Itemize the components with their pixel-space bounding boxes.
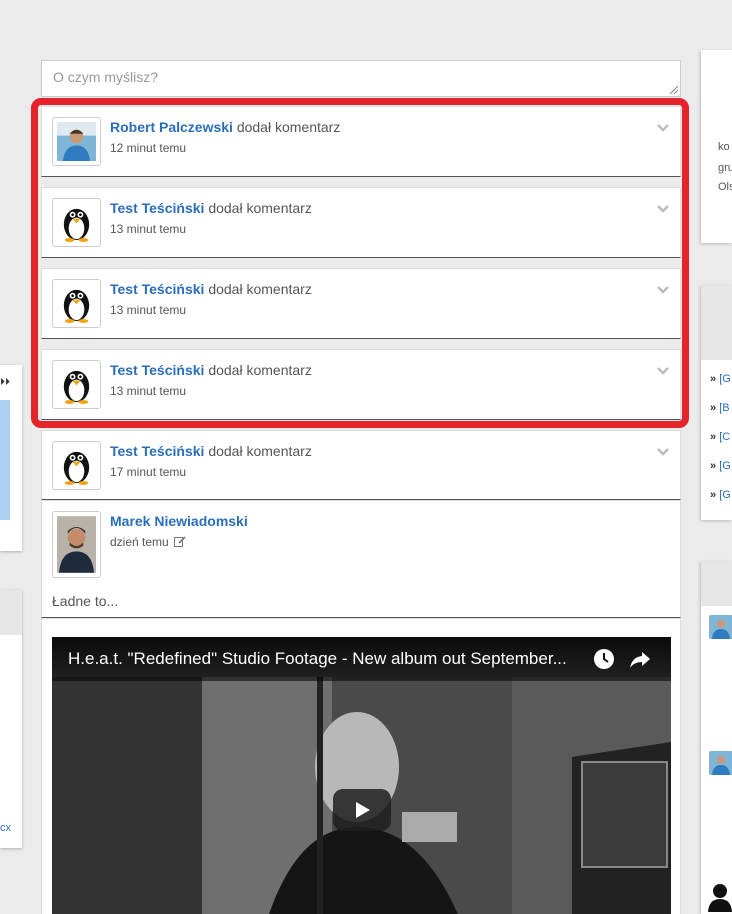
avatar[interactable] <box>709 615 732 639</box>
action-text: dodał komentarz <box>208 200 312 216</box>
feed-item-headline: Test Teściński dodał komentarz <box>110 281 312 297</box>
chevron-down-icon[interactable] <box>656 364 670 378</box>
author-link[interactable]: Test Teściński <box>110 362 204 378</box>
feed-item-headline: Test Teściński dodał komentarz <box>110 200 312 216</box>
action-text: dodał komentarz <box>236 119 341 135</box>
feed-item-headline: Test Teściński dodał komentarz <box>110 443 312 459</box>
avatar[interactable] <box>52 117 101 166</box>
timestamp: 13 minut temu <box>110 222 187 236</box>
panel-header <box>701 561 732 606</box>
list-item[interactable]: » [B <box>710 402 730 414</box>
penguin-icon <box>63 208 90 242</box>
action-text: dodał komentarz <box>208 362 312 378</box>
panel-text-line: Ols <box>718 181 732 193</box>
user-silhouette-icon[interactable] <box>708 882 732 912</box>
post-headline: Marek Niewiadomski <box>110 513 248 529</box>
right-info-panel: ko gru Ols <box>701 50 732 243</box>
left-widget-panel: cx <box>0 590 22 848</box>
user-photo-icon <box>57 516 96 573</box>
author-link[interactable]: Marek Niewiadomski <box>110 513 248 529</box>
chevron-down-icon[interactable] <box>656 121 670 135</box>
left-calendar-panel: ⏵⏵ <box>0 365 22 551</box>
feed-item: Test Teściński dodał komentarz 17 minut … <box>41 430 681 500</box>
timestamp: 13 minut temu <box>110 384 187 398</box>
feed-item: Test Teściński dodał komentarz 13 minut … <box>41 187 681 258</box>
timestamp: 13 minut temu <box>110 303 187 317</box>
user-photo-icon <box>57 122 96 161</box>
author-link[interactable]: Test Teściński <box>110 443 204 459</box>
status-input[interactable] <box>42 61 680 96</box>
feed-item-headline: Test Teściński dodał komentarz <box>110 362 312 378</box>
avatar[interactable] <box>52 511 101 578</box>
timestamp: dzień temu <box>110 535 186 549</box>
chevron-down-icon[interactable] <box>656 202 670 216</box>
author-link[interactable]: Test Teściński <box>110 200 204 216</box>
play-button[interactable] <box>333 789 391 831</box>
left-widget-header <box>0 590 22 635</box>
feed-item: Test Teściński dodał komentarz 13 minut … <box>41 349 681 420</box>
penguin-icon <box>63 289 90 323</box>
next-arrows-icon[interactable]: ⏵⏵ <box>0 377 10 388</box>
feed-item: Test Teściński dodał komentarz 13 minut … <box>41 268 681 339</box>
author-link[interactable]: Robert Palczewski <box>110 119 233 135</box>
list-item[interactable]: » [G <box>710 373 731 385</box>
status-composer[interactable] <box>41 60 681 97</box>
list-item[interactable]: » [G <box>710 460 731 472</box>
penguin-icon <box>63 451 90 485</box>
action-text: dodał komentarz <box>208 443 312 459</box>
clock-icon[interactable] <box>592 647 616 671</box>
chevron-down-icon[interactable] <box>656 445 670 459</box>
right-groups-panel: » [G » [B » [C » [G » [G <box>701 285 732 520</box>
avatar[interactable] <box>52 441 101 490</box>
edit-icon[interactable] <box>174 536 186 547</box>
play-icon <box>356 802 370 818</box>
panel-header <box>701 285 732 360</box>
post-time: dzień temu <box>110 535 169 549</box>
resize-handle-icon[interactable] <box>670 86 678 94</box>
feed-item-headline: Robert Palczewski dodał komentarz <box>110 119 340 135</box>
action-text: dodał komentarz <box>208 281 312 297</box>
avatar[interactable] <box>52 360 101 409</box>
video-title[interactable]: H.e.a.t. "Redefined" Studio Footage - Ne… <box>68 649 588 669</box>
author-link[interactable]: Test Teściński <box>110 281 204 297</box>
panel-text-line: gru <box>718 162 732 174</box>
timestamp: 12 minut temu <box>110 141 187 155</box>
video-post: H.e.a.t. "Redefined" Studio Footage - Ne… <box>41 618 681 914</box>
list-item[interactable]: » [G <box>710 489 731 501</box>
list-item[interactable]: » [C <box>710 431 730 443</box>
chevron-down-icon[interactable] <box>656 283 670 297</box>
status-post: Marek Niewiadomski dzień temu Ładne to..… <box>41 500 681 618</box>
avatar[interactable] <box>52 198 101 247</box>
left-widget-link[interactable]: cx <box>0 822 11 834</box>
timestamp: 17 minut temu <box>110 465 187 479</box>
right-users-panel <box>701 561 732 914</box>
avatar[interactable] <box>709 751 732 775</box>
panel-text-line: ko <box>718 141 730 153</box>
avatar[interactable] <box>52 279 101 328</box>
feed-item: Robert Palczewski dodał komentarz 12 min… <box>41 106 681 177</box>
share-icon[interactable] <box>628 647 652 671</box>
penguin-icon <box>63 370 90 404</box>
post-text: Ładne to... <box>52 593 119 609</box>
calendar-highlight <box>0 400 10 520</box>
video-player[interactable]: H.e.a.t. "Redefined" Studio Footage - Ne… <box>52 637 671 914</box>
activity-feed: Robert Palczewski dodał komentarz 12 min… <box>41 60 681 914</box>
video-title-bar: H.e.a.t. "Redefined" Studio Footage - Ne… <box>52 637 671 681</box>
